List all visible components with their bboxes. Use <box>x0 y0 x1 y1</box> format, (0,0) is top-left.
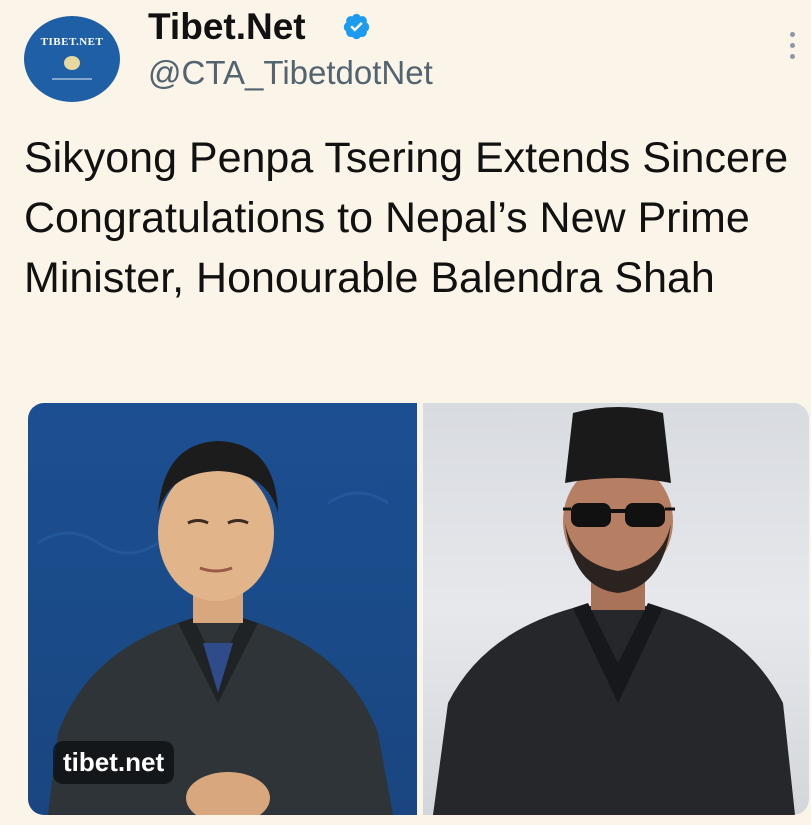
tweet-media[interactable]: tibet.net <box>28 403 809 815</box>
photo-right[interactable] <box>423 403 809 815</box>
author-handle[interactable]: @CTA_TibetdotNet <box>148 54 433 92</box>
author-name[interactable]: Tibet.Net <box>148 6 306 48</box>
avatar[interactable]: TIBET.NET <box>24 16 120 102</box>
verified-badge-icon <box>343 13 370 40</box>
tweet-text: Sikyong Penpa Tsering Extends Sincere Co… <box>24 134 789 302</box>
photo-left[interactable]: tibet.net <box>28 403 417 815</box>
emblem-icon <box>64 56 80 70</box>
watermark: tibet.net <box>53 741 175 784</box>
portrait-right-illustration <box>433 407 795 815</box>
more-options-icon[interactable] <box>790 32 796 72</box>
avatar-divider <box>52 78 92 80</box>
avatar-logo-text: TIBET.NET <box>40 36 104 48</box>
